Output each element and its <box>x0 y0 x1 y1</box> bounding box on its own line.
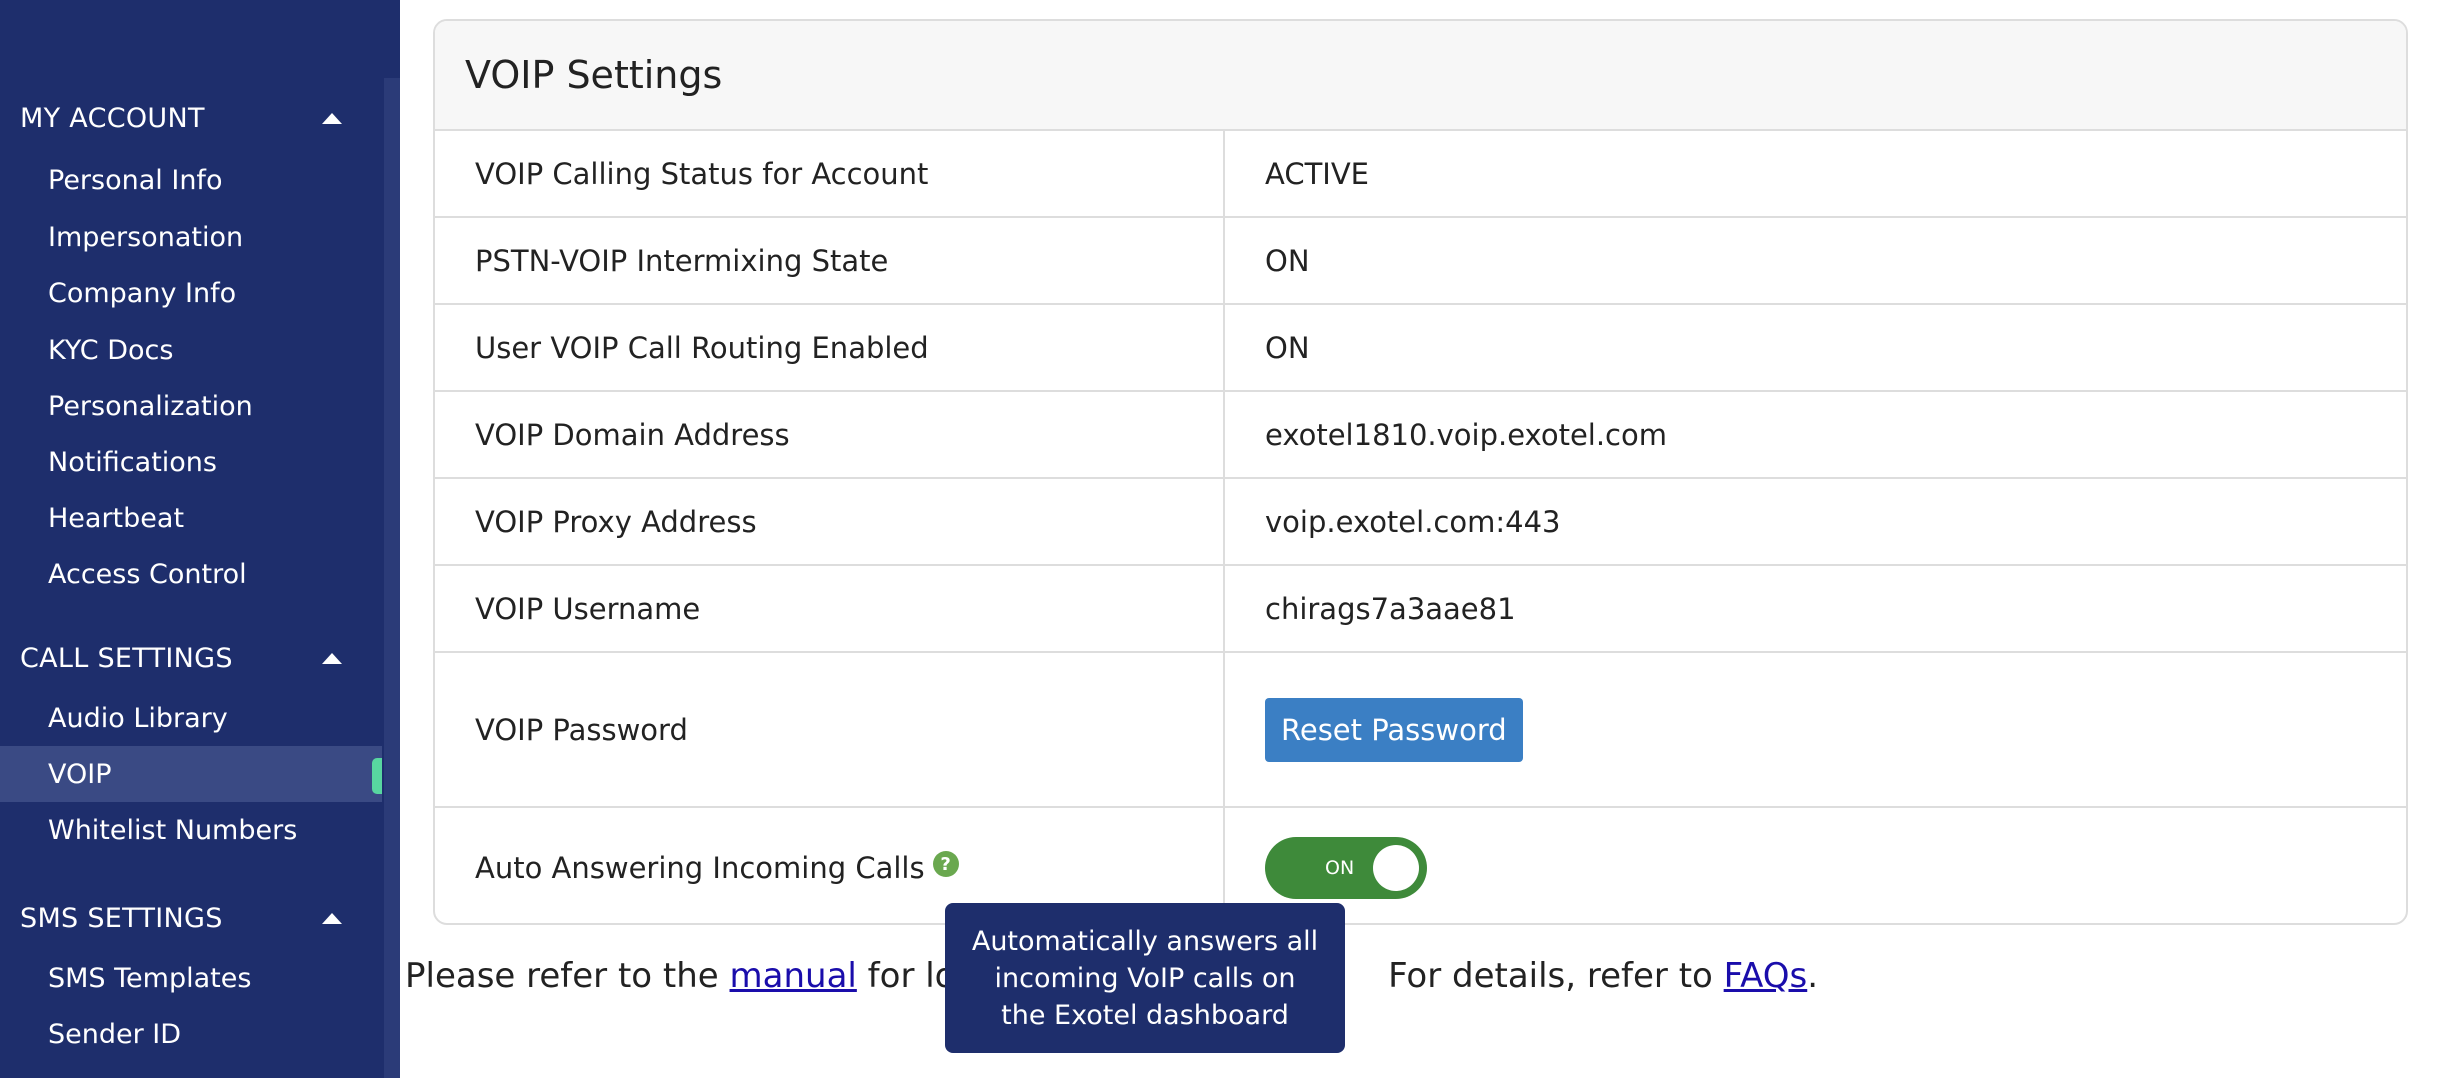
sidebar-item-label: Heartbeat <box>48 502 185 534</box>
reset-password-button[interactable]: Reset Password <box>1265 697 1523 762</box>
table-row: VOIP Username chirags7a3aae81 <box>435 566 2406 653</box>
row-label: PSTN-VOIP Intermixing State <box>435 218 1225 303</box>
faqs-link[interactable]: FAQs <box>1724 956 1808 996</box>
sidebar-item-voip[interactable]: VOIP <box>0 746 382 802</box>
active-indicator <box>372 758 382 794</box>
panel-title-text: VOIP Settings <box>465 53 723 97</box>
table-row: VOIP Proxy Address voip.exotel.com:443 <box>435 479 2406 566</box>
sidebar-scrollbar[interactable] <box>384 78 400 1078</box>
row-value: ON <box>1225 808 2406 923</box>
sidebar-item-impersonation[interactable]: Impersonation <box>0 209 382 265</box>
row-label: VOIP Username <box>435 566 1225 651</box>
sidebar-item-label: Audio Library <box>48 702 228 734</box>
sidebar: MY ACCOUNT Personal Info Impersonation C… <box>0 0 400 1078</box>
row-value: Reset Password <box>1225 653 2406 806</box>
table-row: PSTN-VOIP Intermixing State ON <box>435 218 2406 305</box>
panel-title: VOIP Settings <box>435 21 2406 131</box>
section-sms-settings[interactable]: SMS SETTINGS <box>20 898 350 938</box>
footer-text: Please refer to the <box>405 956 730 996</box>
sidebar-item-label: Sender ID <box>48 1018 182 1050</box>
section-title: MY ACCOUNT <box>20 102 205 134</box>
sidebar-item-audio-library[interactable]: Audio Library <box>0 690 382 746</box>
row-label: VOIP Proxy Address <box>435 479 1225 564</box>
sidebar-item-label: Company Info <box>48 277 237 309</box>
row-value: ON <box>1265 330 1310 365</box>
sidebar-item-label: SMS Templates <box>48 962 252 994</box>
sidebar-item-personal-info[interactable]: Personal Info <box>0 152 382 208</box>
sidebar-item-label: Whitelist Numbers <box>48 814 298 846</box>
caret-up-icon[interactable] <box>322 652 342 664</box>
sidebar-item-label: VOIP <box>48 758 112 790</box>
sidebar-item-label: KYC Docs <box>48 334 174 366</box>
section-title: SMS SETTINGS <box>20 902 223 934</box>
toggle-knob <box>1373 845 1419 891</box>
footer-text: For details, refer to <box>1388 956 1724 996</box>
row-label: VOIP Password <box>435 653 1225 806</box>
table-row: VOIP Calling Status for Account ACTIVE <box>435 131 2406 218</box>
sidebar-item-heartbeat[interactable]: Heartbeat <box>0 490 382 546</box>
row-label: VOIP Calling Status for Account <box>435 131 1225 216</box>
manual-link[interactable]: manual <box>730 956 857 996</box>
sidebar-item-company-info[interactable]: Company Info <box>0 265 382 321</box>
tooltip-text: Automatically answers all incoming VoIP … <box>971 925 1319 1031</box>
sidebar-item-label: Access Control <box>48 558 247 590</box>
sidebar-item-access-control[interactable]: Access Control <box>0 546 382 602</box>
auto-answer-label: Auto Answering Incoming Calls <box>475 851 925 885</box>
sidebar-item-personalization[interactable]: Personalization <box>0 378 382 434</box>
row-label: User VOIP Call Routing Enabled <box>435 305 1225 390</box>
caret-up-icon[interactable] <box>322 112 342 124</box>
sidebar-item-whitelist-numbers[interactable]: Whitelist Numbers <box>0 802 382 858</box>
table-row: Auto Answering Incoming Calls ? ON <box>435 808 2406 923</box>
footer-text: . <box>1807 956 1819 996</box>
row-value: voip.exotel.com:443 <box>1265 504 1561 539</box>
table-row: VOIP Domain Address exotel1810.voip.exot… <box>435 392 2406 479</box>
row-value: chirags7a3aae81 <box>1265 591 1516 626</box>
table-row: VOIP Password Reset Password <box>435 653 2406 808</box>
sidebar-item-notifications[interactable]: Notifications <box>0 434 382 490</box>
table-row: User VOIP Call Routing Enabled ON <box>435 305 2406 392</box>
row-value: ACTIVE <box>1265 156 1370 191</box>
sidebar-item-label: Impersonation <box>48 221 244 253</box>
toggle-label: ON <box>1325 857 1355 879</box>
sidebar-item-kyc-docs[interactable]: KYC Docs <box>0 322 382 378</box>
section-call-settings[interactable]: CALL SETTINGS <box>20 638 350 678</box>
row-value: exotel1810.voip.exotel.com <box>1265 417 1667 452</box>
sidebar-item-sms-templates[interactable]: SMS Templates <box>0 950 382 1006</box>
section-my-account[interactable]: MY ACCOUNT <box>20 98 350 138</box>
sidebar-item-label: Personal Info <box>48 164 223 196</box>
caret-up-icon[interactable] <box>322 912 342 924</box>
auto-answer-tooltip: Automatically answers all incoming VoIP … <box>945 903 1345 1053</box>
auto-answer-toggle[interactable]: ON <box>1265 837 1427 899</box>
sidebar-item-sender-id[interactable]: Sender ID <box>0 1006 382 1062</box>
row-label: VOIP Domain Address <box>435 392 1225 477</box>
voip-settings-panel: VOIP Settings VOIP Calling Status for Ac… <box>433 19 2408 925</box>
section-title: CALL SETTINGS <box>20 642 233 674</box>
help-icon[interactable]: ? <box>932 851 959 877</box>
sidebar-item-label: Notifications <box>48 446 217 478</box>
row-value: ON <box>1265 243 1310 278</box>
sidebar-item-label: Personalization <box>48 390 253 422</box>
